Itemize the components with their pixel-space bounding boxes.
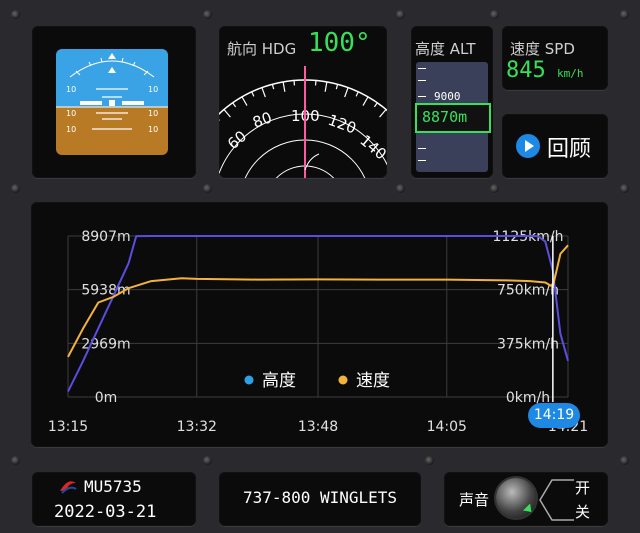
speed-unit: km/h: [557, 67, 584, 80]
heading-label: 航向 HDG: [227, 40, 297, 58]
heading-tick: [344, 87, 349, 98]
sound-panel: 声音 开 关: [444, 472, 608, 526]
pitch-label: 10: [66, 85, 76, 94]
screw-icon: [11, 10, 20, 19]
screw-icon: [620, 184, 629, 193]
speed-panel: 速度 SPD 845 km/h: [502, 26, 608, 90]
x-tick-label: 13:32: [177, 419, 217, 435]
flight-chart-panel: 8907m 1125km/h 5938m 750km/h 2969m 375km/h 0m 0…: [31, 202, 608, 447]
heading-tick: [223, 109, 231, 118]
x-tick-label: 13:15: [48, 419, 88, 435]
heading-tick: [241, 96, 248, 106]
pitch-label: 10: [148, 109, 158, 118]
sound-off-option[interactable]: 关: [575, 501, 590, 522]
switch-bracket: [539, 479, 574, 521]
heading-tick: [261, 87, 266, 98]
pitch-label: 10: [148, 125, 158, 134]
time-cursor-label: 14:19: [533, 407, 575, 423]
speed-value: 845: [506, 58, 546, 83]
screw-icon: [490, 10, 499, 19]
altitude-readout: 8870m: [415, 103, 491, 133]
heading-tick: [379, 109, 387, 118]
altitude-scale-mark: 9000: [434, 90, 461, 103]
heading-tick-label: 60: [224, 127, 250, 153]
time-cursor-badge[interactable]: 14:19: [528, 403, 580, 428]
aircraft-type: 737-800 WINGLETS: [242, 488, 398, 507]
aircraft-panel: 737-800 WINGLETS: [219, 472, 421, 526]
pitch-label: 10: [148, 85, 158, 94]
heading-tick: [282, 81, 286, 92]
heading-tick-label: 140: [356, 131, 387, 163]
heading-compass: 60 80 100 120 140: [219, 66, 387, 178]
heading-tick: [232, 102, 237, 108]
screw-icon: [620, 10, 629, 19]
heading-tick-label: 80: [250, 108, 274, 131]
altitude-label: 高度 ALT: [415, 40, 476, 58]
altitude-value: 8870m: [422, 108, 468, 126]
screw-icon: [425, 456, 434, 465]
speed-label: 速度 SPD: [510, 40, 575, 58]
screw-icon: [396, 10, 405, 19]
legend-marker: [244, 375, 254, 385]
screw-icon: [396, 184, 405, 193]
replay-label: 回顾: [547, 137, 592, 162]
screw-icon: [11, 184, 20, 193]
heading-tick: [362, 96, 369, 106]
pitch-label: 10: [66, 125, 76, 134]
heading-panel: 航向 HDG 100° 60 80 100 120 140: [219, 26, 387, 178]
heading-value: 100°: [308, 28, 371, 58]
y-left-tick-label: 8907m: [81, 229, 130, 245]
heading-tick-label: 120: [326, 111, 359, 138]
x-tick-label: 13:48: [298, 419, 338, 435]
legend-marker: [338, 375, 348, 385]
play-icon: [516, 134, 540, 158]
legend-label: 高度: [262, 371, 296, 391]
pitch-label: 10: [66, 109, 76, 118]
heading-tick: [324, 81, 328, 92]
knob-indicator-icon: [522, 503, 536, 516]
sound-label: 声音: [459, 491, 490, 509]
screw-icon: [620, 456, 629, 465]
attitude-indicator: 10 10 10 10 10 10: [56, 49, 168, 155]
screw-icon: [490, 184, 499, 193]
x-tick-label: 14:05: [427, 419, 467, 435]
flight-date: 2022-03-21: [54, 502, 157, 522]
flight-info-panel: MU5735 2022-03-21: [32, 472, 196, 526]
screw-icon: [11, 456, 20, 465]
heading-tick: [271, 84, 275, 90]
attitude-panel: 10 10 10 10 10 10: [32, 26, 196, 178]
sound-on-option[interactable]: 开: [575, 477, 590, 498]
heading-tick: [373, 102, 378, 108]
screw-icon: [203, 456, 212, 465]
heading-tick: [251, 91, 255, 97]
china-eastern-logo: [60, 481, 77, 494]
altitude-panel: 高度 ALT 9000 8870m: [411, 26, 493, 178]
screw-icon: [203, 10, 212, 19]
y-left-tick-label: 0m: [95, 390, 118, 406]
replay-button[interactable]: 回顾: [502, 114, 608, 178]
flight-chart: 8907m 1125km/h5938m 750km/h2969m 375km/h0m 0…: [48, 229, 588, 435]
heading-tick: [335, 84, 339, 90]
screw-icon: [203, 184, 212, 193]
legend-label: 速度: [356, 371, 390, 391]
y-right-tick-label: 375km/h: [497, 336, 559, 352]
heading-tick: [355, 91, 359, 97]
sound-knob[interactable]: [496, 478, 536, 518]
flight-number: MU5735: [84, 477, 142, 496]
